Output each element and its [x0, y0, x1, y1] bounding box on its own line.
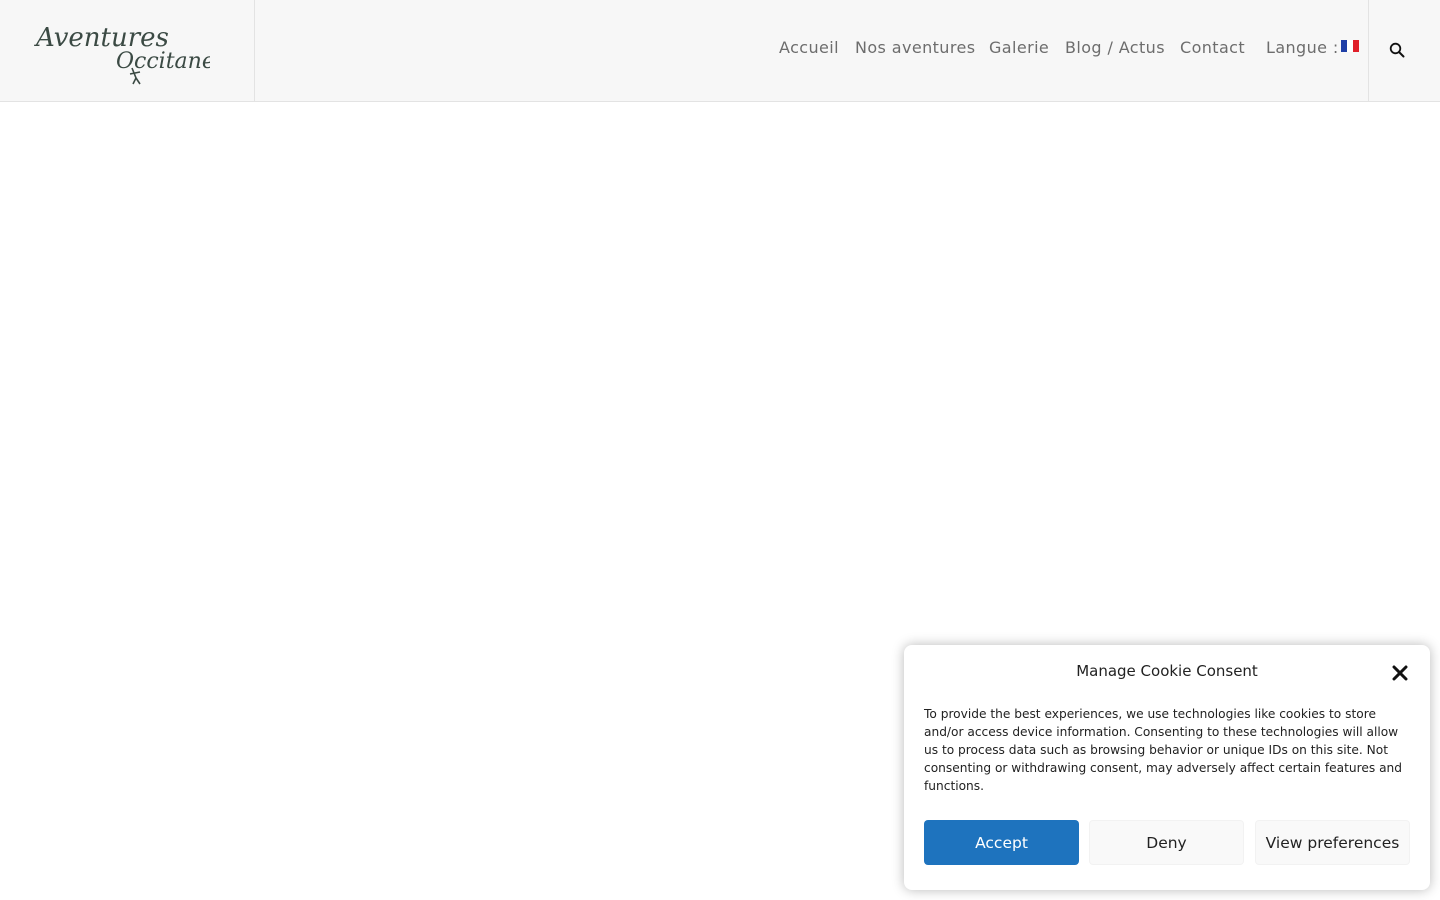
nav-item-blog[interactable]: Blog / Actus: [1065, 38, 1165, 57]
cookie-consent-dialog: Manage Cookie Consent To provide the bes…: [904, 645, 1430, 890]
svg-text:Occitanes: Occitanes: [116, 49, 210, 74]
language-label[interactable]: Langue :: [1266, 38, 1339, 57]
cookie-message: To provide the best experiences, we use …: [924, 707, 1403, 793]
search-icon: [1389, 42, 1405, 58]
logo[interactable]: Aventures Occitanes: [0, 0, 255, 101]
site-header: Aventures Occitanes Accueil Nos aventure…: [0, 0, 1440, 102]
deny-button[interactable]: Deny: [1089, 820, 1244, 865]
logo-image: Aventures Occitanes: [34, 23, 210, 85]
view-preferences-button[interactable]: View preferences: [1255, 820, 1410, 865]
close-icon[interactable]: [1391, 664, 1409, 682]
nav-item-accueil[interactable]: Accueil: [779, 38, 839, 57]
accept-button[interactable]: Accept: [924, 820, 1079, 865]
flag-france-icon[interactable]: [1341, 40, 1359, 52]
cookie-title: Manage Cookie Consent: [1076, 662, 1258, 680]
search-button[interactable]: [1368, 0, 1440, 101]
nav-item-nos-aventures[interactable]: Nos aventures: [855, 38, 975, 57]
nav-item-contact[interactable]: Contact: [1180, 38, 1245, 57]
nav-item-galerie[interactable]: Galerie: [989, 38, 1049, 57]
